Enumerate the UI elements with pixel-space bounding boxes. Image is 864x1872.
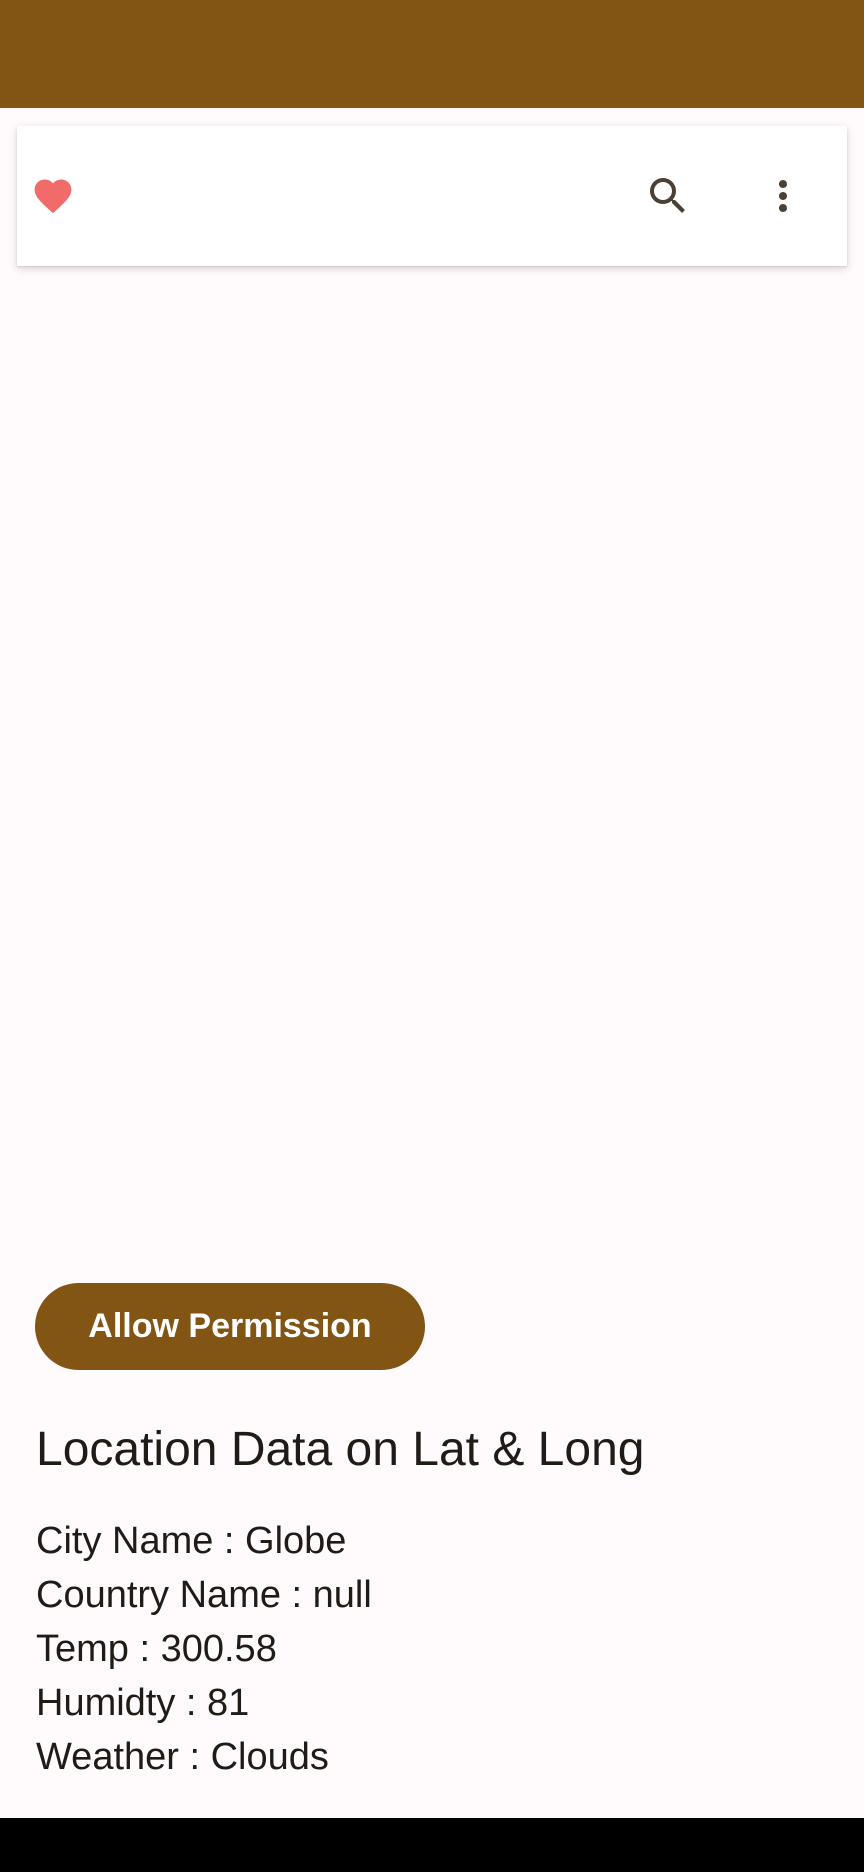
- more-options-button[interactable]: [757, 170, 809, 222]
- temperature-text: Temp : 300.58: [36, 1628, 277, 1670]
- favorite-button[interactable]: [29, 172, 77, 220]
- more-vertical-icon: [779, 180, 787, 212]
- location-info-list: City Name : Globe Country Name : null Te…: [36, 1514, 372, 1784]
- search-button[interactable]: [642, 170, 694, 222]
- allow-permission-button[interactable]: Allow Permission: [35, 1283, 425, 1370]
- top-app-bar: [17, 126, 847, 266]
- heart-icon: [34, 179, 72, 214]
- country-name-text: Country Name : null: [36, 1574, 372, 1616]
- city-name-text: City Name : Globe: [36, 1520, 347, 1562]
- navigation-bar: [0, 1818, 864, 1872]
- weather-text: Weather : Clouds: [36, 1736, 329, 1778]
- status-bar: [0, 0, 864, 108]
- humidity-text: Humidty : 81: [36, 1682, 250, 1724]
- search-icon: [650, 178, 685, 213]
- location-title: Location Data on Lat & Long: [36, 1423, 645, 1476]
